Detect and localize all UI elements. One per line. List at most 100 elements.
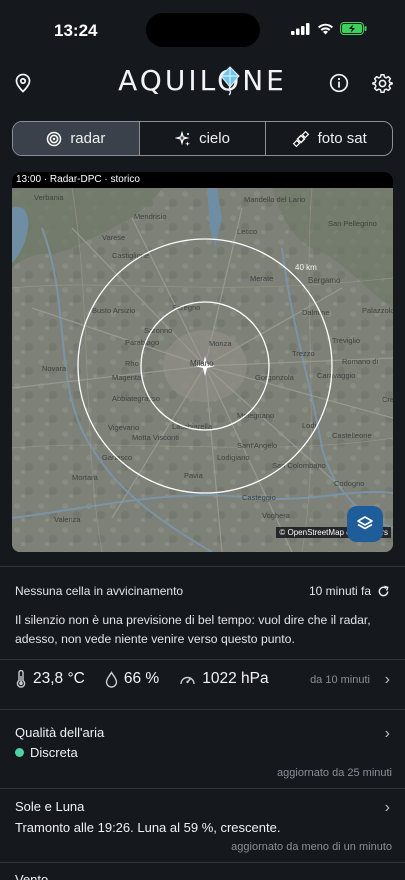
radar-map[interactable]: 13:00 · Radar-DPC · storico Verbania Men… [12, 172, 393, 552]
svg-text:Casteggio: Casteggio [242, 493, 276, 502]
air-quality-section[interactable]: Qualità dell'aria › Discreta aggiornato … [15, 725, 392, 783]
wifi-icon [318, 23, 333, 34]
svg-text:Palazzolo: Palazzolo [362, 306, 393, 315]
temperature-stat: 23,8 °C [15, 670, 85, 688]
nowcast-section: Nessuna cella in avvicinamento 10 minuti… [15, 584, 390, 598]
svg-text:Castelleone: Castelleone [332, 431, 372, 440]
svg-text:Merate: Merate [250, 274, 273, 283]
svg-text:San Pellegrino: San Pellegrino [328, 219, 377, 228]
humidity-value: 66 % [123, 670, 160, 687]
map-caption: 13:00 · Radar-DPC · storico [12, 172, 393, 188]
svg-text:Dalmine: Dalmine [302, 308, 330, 317]
divider [0, 709, 405, 710]
sun-moon-section[interactable]: Sole e Luna › Tramonto alle 19:26. Luna … [15, 799, 392, 855]
status-bar: 13:24 [0, 0, 405, 58]
svg-text:Mendrisio: Mendrisio [134, 212, 167, 221]
svg-text:Mortara: Mortara [72, 473, 99, 482]
air-quality-value: Discreta [30, 745, 78, 760]
svg-text:Trezzo: Trezzo [292, 349, 315, 358]
svg-text:Milano: Milano [190, 359, 214, 368]
weather-updated: da 10 minuti [310, 674, 370, 686]
signal-icon [291, 22, 310, 35]
app-header: AQUILONE [0, 60, 405, 106]
thermometer-icon [16, 670, 26, 688]
layers-icon [357, 516, 373, 530]
wind-section[interactable]: Vento [15, 872, 390, 880]
svg-text:Crema: Crema [382, 395, 393, 404]
tab-cielo[interactable]: cielo [140, 122, 267, 155]
nowcast-updated: 10 minuti fa [308, 584, 371, 598]
nowcast-refresh[interactable]: 10 minuti fa [309, 584, 390, 598]
svg-text:Gorgonzola: Gorgonzola [255, 373, 295, 382]
sparkle-icon [175, 130, 190, 146]
svg-text:Melegnano: Melegnano [237, 411, 274, 420]
tab-cielo-label: cielo [199, 130, 230, 147]
svg-text:Verbania: Verbania [34, 193, 64, 202]
svg-text:Varese: Varese [102, 233, 125, 242]
svg-text:Mandello del Lario: Mandello del Lario [244, 195, 305, 204]
svg-text:Saronno: Saronno [144, 326, 172, 335]
weather-summary[interactable]: 23,8 °C 66 % 1022 hPa da 10 minuti › [15, 670, 390, 694]
air-quality-title: Qualità dell'aria [15, 725, 105, 740]
map-layers-button[interactable] [347, 506, 383, 542]
info-icon[interactable] [326, 70, 352, 96]
satellite-icon [292, 130, 309, 147]
svg-text:Lecco: Lecco [237, 227, 257, 236]
chevron-right-icon: › [384, 671, 390, 688]
system-icons [291, 22, 367, 35]
svg-text:Lodi: Lodi [302, 421, 317, 430]
map-canvas[interactable]: Verbania Mendrisio Mandello del Lario San … [12, 188, 393, 552]
view-switcher: radar cielo foto sat [12, 121, 393, 156]
pressure-stat: 1022 hPa [179, 670, 269, 688]
svg-text:Parabiago: Parabiago [125, 338, 159, 347]
svg-text:Monza: Monza [209, 339, 232, 348]
divider [0, 862, 405, 863]
divider [0, 566, 405, 567]
svg-text:Lodigiano: Lodigiano [217, 453, 250, 462]
svg-text:Motta Visconti: Motta Visconti [132, 433, 179, 442]
svg-text:Pavia: Pavia [184, 471, 204, 480]
air-quality-indicator [15, 748, 24, 757]
svg-text:Romano di: Romano di [342, 357, 379, 366]
tab-foto-sat-label: foto sat [317, 130, 367, 147]
svg-text:Vigevano: Vigevano [108, 423, 139, 432]
radar-icon [47, 131, 62, 146]
chevron-right-icon: › [384, 725, 390, 742]
nowcast-description: Il silenzio non è una previsione di bel … [15, 613, 371, 646]
sun-moon-text: Tramonto alle 19:26. Luna al 59 %, cresc… [15, 820, 281, 835]
svg-text:Magenta: Magenta [112, 373, 142, 382]
divider [0, 659, 405, 660]
range-ring-label: 40 km [295, 263, 317, 272]
humidity-stat: 66 % [105, 670, 159, 688]
battery-charging-icon [340, 22, 367, 35]
svg-text:Novara: Novara [42, 364, 67, 373]
svg-text:Caravaggio: Caravaggio [317, 371, 355, 380]
water-drop-icon [105, 670, 118, 688]
svg-text:Busto Arsizio: Busto Arsizio [92, 306, 135, 315]
wind-title: Vento [15, 872, 49, 880]
svg-text:Abbiategrasso: Abbiategrasso [112, 394, 160, 403]
pressure-value: 1022 hPa [202, 670, 269, 687]
sun-moon-title: Sole e Luna [15, 799, 85, 814]
svg-text:Valenza: Valenza [54, 515, 81, 524]
svg-text:Rho: Rho [125, 359, 139, 368]
svg-text:Voghera: Voghera [262, 511, 291, 520]
tab-foto-sat[interactable]: foto sat [266, 122, 392, 155]
svg-text:Treviglio: Treviglio [332, 336, 360, 345]
tab-radar[interactable]: radar [13, 122, 140, 155]
divider [0, 788, 405, 789]
air-quality-updated: aggiornato da 25 minuti [277, 767, 392, 779]
sun-moon-updated: aggiornato da meno di un minuto [231, 841, 392, 853]
tab-radar-label: radar [70, 130, 106, 147]
kite-logo-icon [220, 66, 240, 96]
settings-gear-icon[interactable] [369, 70, 395, 96]
svg-text:Bergamo: Bergamo [308, 276, 341, 285]
gauge-icon [180, 676, 195, 684]
svg-text:Codogno: Codogno [334, 479, 364, 488]
svg-text:Sant'Angelo: Sant'Angelo [237, 441, 277, 450]
dynamic-island [146, 13, 260, 47]
temperature-value: 23,8 °C [33, 670, 85, 687]
clock: 13:24 [54, 21, 98, 40]
chevron-right-icon: › [384, 799, 390, 816]
refresh-icon [378, 585, 389, 596]
